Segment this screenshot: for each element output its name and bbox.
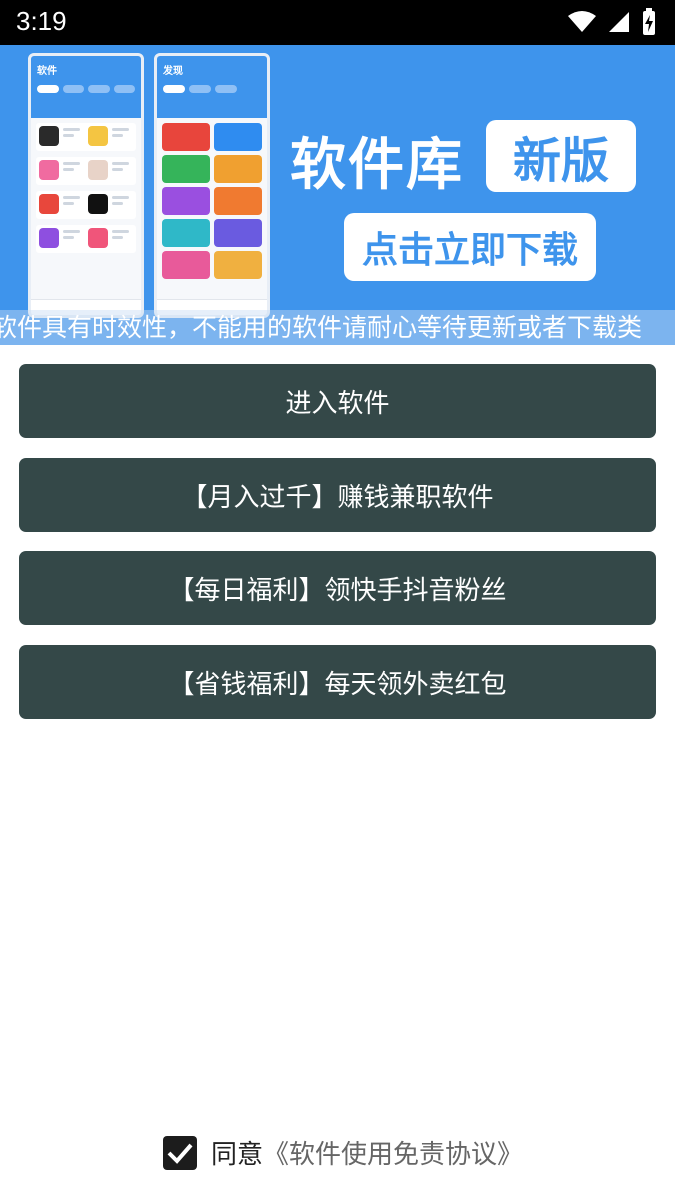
phone-mockup-discover: 发现 xyxy=(154,53,270,318)
banner-title: 软件库 xyxy=(290,133,464,198)
status-time: 3:19 xyxy=(16,6,67,36)
cellular-signal-icon xyxy=(609,12,629,32)
battery-charging-icon xyxy=(643,8,655,35)
phone-title: 发现 xyxy=(163,66,183,77)
marquee-text: 软件具有时效性，不能用的软件请耐心等待更新或者下载类 xyxy=(0,313,643,342)
part-time-earn-button[interactable]: 【月入过千】赚钱兼职软件 xyxy=(19,458,656,532)
new-version-badge: 新版 xyxy=(486,120,636,192)
daily-fans-button[interactable]: 【每日福利】领快手抖音粉丝 xyxy=(19,551,656,625)
status-icons xyxy=(567,8,657,36)
takeout-coupon-button[interactable]: 【省钱福利】每天领外卖红包 xyxy=(19,645,656,719)
phone-mockup-software: 软件 xyxy=(28,53,144,318)
agree-checkbox[interactable] xyxy=(163,1135,197,1170)
agreement-row: 同意 《软件使用免责协议》 xyxy=(163,1134,523,1171)
download-now-button[interactable]: 点击立即下载 xyxy=(344,213,596,281)
checkmark-icon xyxy=(167,1143,193,1164)
agree-label: 同意 xyxy=(211,1140,264,1170)
promo-banner[interactable]: 软件 发现 软件库 新版 点击立即下载 软件具有时效性，不能用的软件请耐心等待更… xyxy=(0,45,675,345)
disclaimer-link[interactable]: 《软件使用免责协议》 xyxy=(263,1134,523,1171)
status-bar: 3:19 xyxy=(0,0,675,45)
phone-title: 软件 xyxy=(37,66,57,77)
enter-software-button[interactable]: 进入软件 xyxy=(19,364,656,438)
wifi-icon xyxy=(568,11,596,32)
notice-marquee: 软件具有时效性，不能用的软件请耐心等待更新或者下载类 xyxy=(0,310,675,345)
